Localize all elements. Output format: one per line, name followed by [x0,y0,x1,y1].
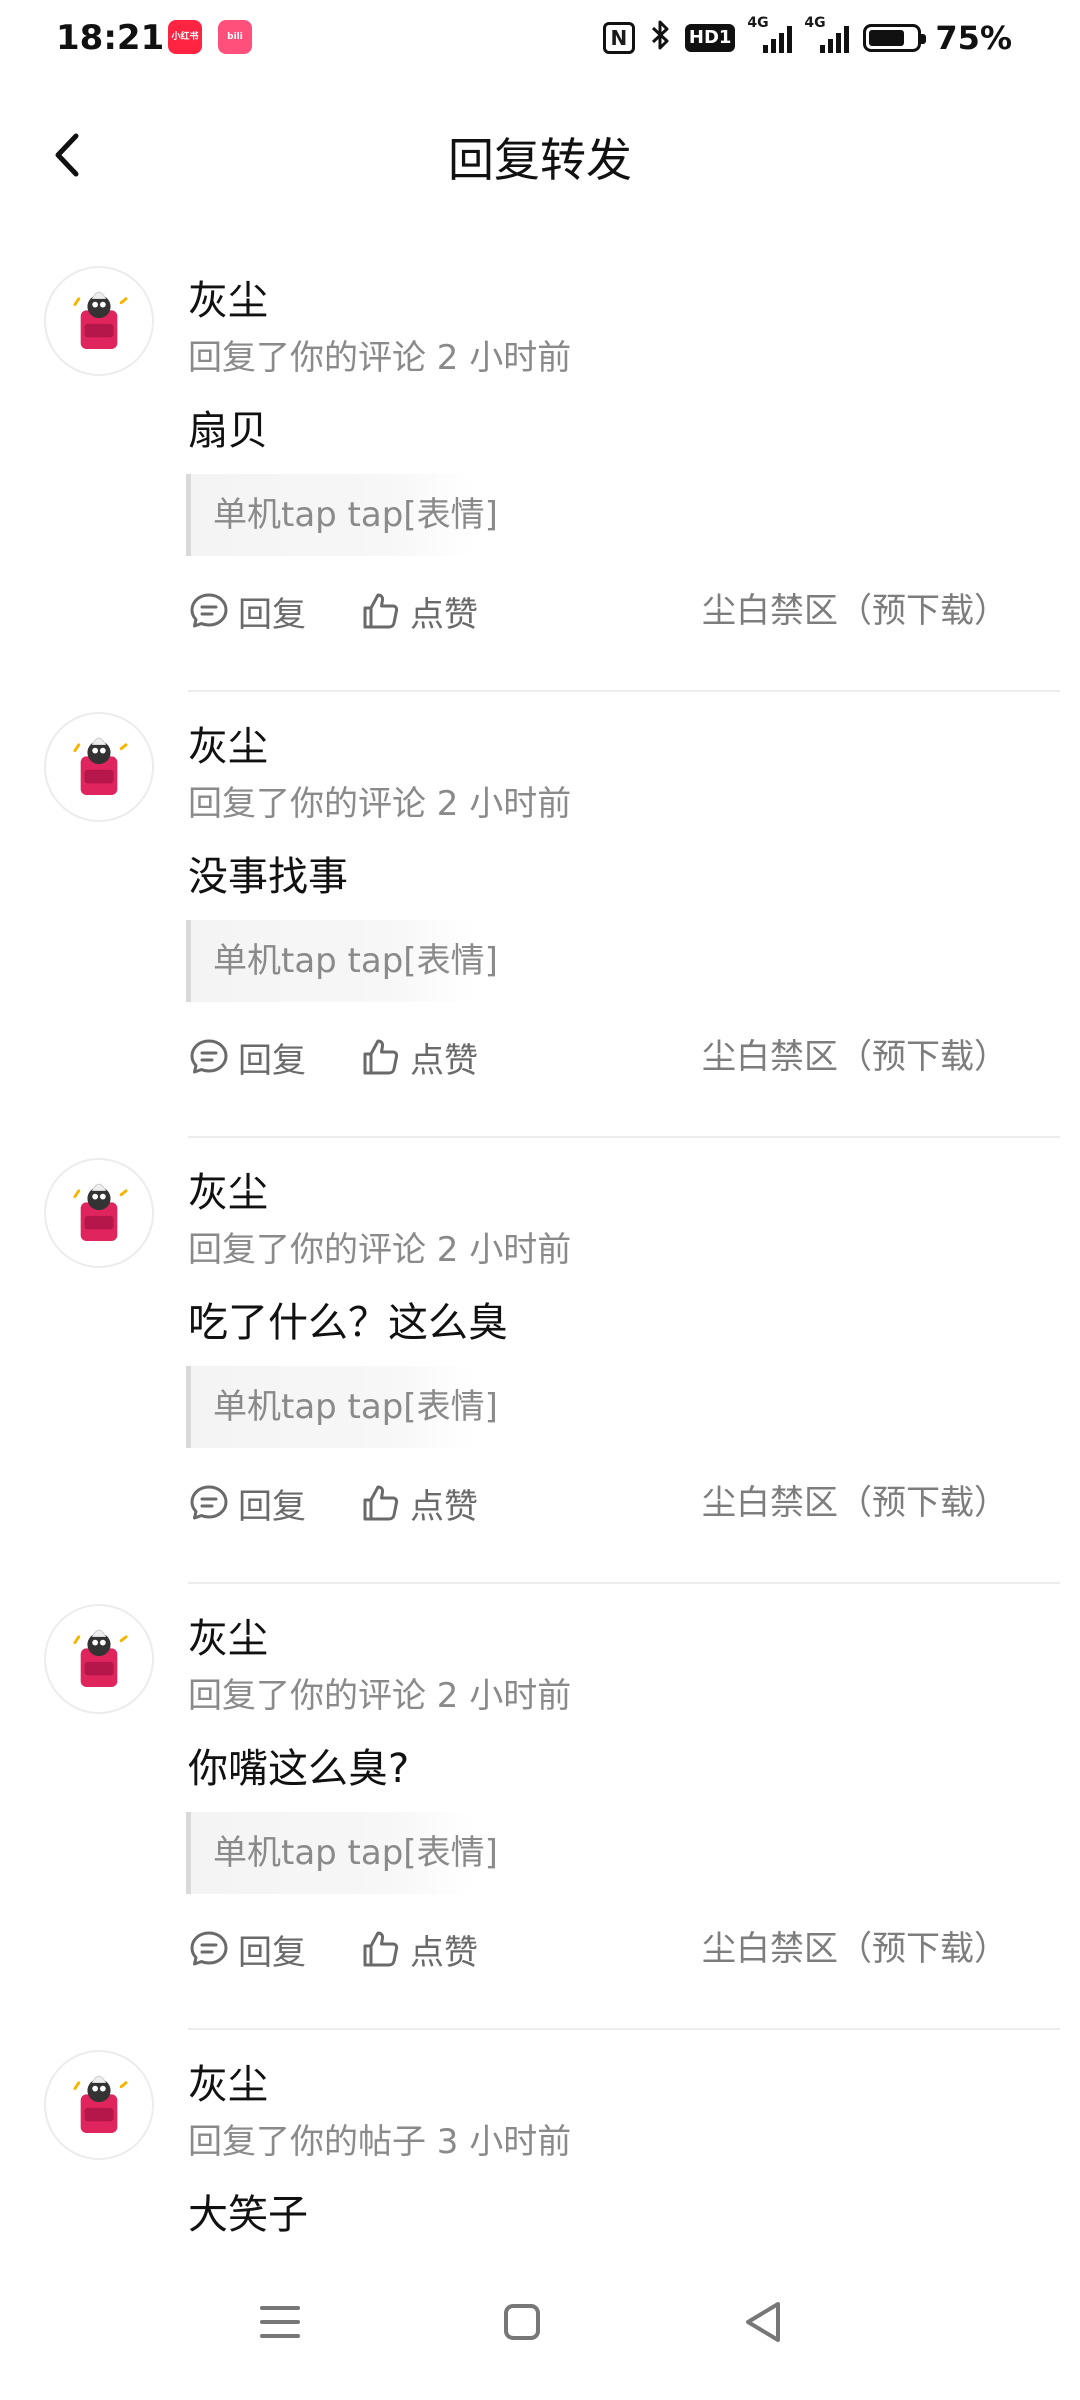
header: 回复转发 [0,100,1080,210]
nav-home-button[interactable] [482,2282,562,2362]
avatar[interactable] [44,1158,154,1268]
quoted-comment[interactable]: 单机tap tap[表情] [186,920,498,1002]
like-label: 点赞 [410,594,478,635]
status-icons: N HD1 4G 4G 75% [602,14,1012,62]
avatar[interactable] [44,2050,154,2160]
thumbs-up-icon [363,1485,399,1521]
username[interactable]: 灰尘 [188,2052,268,2110]
reply-meta: 回复了你的评论 2 小时前 [188,1676,572,1716]
status-time: 18:21 [56,18,165,58]
reply-item[interactable]: 灰尘回复了你的评论 2 小时前吃了什么？这么臭单机tap tap[表情] 回复 点赞… [0,1138,1080,1584]
network-type-1: 4G [747,15,769,31]
username[interactable]: 灰尘 [188,714,268,772]
nav-back-button[interactable] [724,2282,804,2362]
signal-icon-1: 4G [747,15,793,53]
reply-list: 灰尘 回复了你的评论 2 小时前 扇贝 单机tap tap[表情] 回复 点赞 尘白禁区（预… [0,246,1080,2400]
avatar[interactable] [44,1604,154,1714]
quoted-comment[interactable]: 单机tap tap[表情] [186,1812,498,1894]
reply-item[interactable]: 灰尘回复了你的评论 2 小时前你嘴这么臭? 单机tap tap[表情] 回复 点赞 尘白… [0,1584,1080,2030]
reply-button[interactable]: 回复 [188,1032,306,1082]
reply-meta: 回复了你的评论 2 小时前 [188,784,572,824]
battery-icon [863,24,927,52]
reply-content: 没事找事 [188,854,348,900]
like-button[interactable]: 点赞 [360,1478,478,1528]
reply-item[interactable]: 灰尘回复了你的评论 2 小时前扇贝单机tap tap[表情] 回复 点赞 尘白禁区（预… [0,246,1080,692]
action-row: 回复 点赞 尘白禁区（预下载） [188,1924,1008,1974]
bluetooth-icon [649,19,671,58]
reply-meta: 回复了你的帖子 3 小时前 [188,2122,572,2162]
network-type-2: 4G [804,15,826,31]
menu-icon [260,2306,300,2338]
nav-menu-button[interactable] [240,2282,320,2362]
quoted-comment[interactable]: 单机tap tap[表情] [186,474,498,556]
like-label: 点赞 [410,1486,478,1527]
nfc-icon: N [602,22,635,54]
source-forum-link[interactable]: 尘白禁区（预下载） [702,1032,1008,1082]
action-row: 回复 点赞 尘白禁区（预下载） [188,1032,1008,1082]
screen: 18:21 小红书 bili N HD1 4G 4G 75% 回复转发 灰尘 回… [0,0,1080,2400]
reply-content: 你嘴这么臭? [188,1746,410,1792]
reply-meta: 回复了你的评论 2 小时前 [188,338,572,378]
thumbs-up-icon [363,1931,399,1967]
reply-button[interactable]: 回复 [188,586,306,636]
action-row: 回复 点赞 尘白禁区（预下载） [188,586,1008,636]
reply-label: 回复 [238,594,306,635]
page-title: 回复转发 [448,133,632,187]
reply-content: 扇贝 [188,408,268,454]
reply-content: 吃了什么？这么臭 [188,1300,508,1346]
reply-label: 回复 [238,1932,306,1973]
system-nav-bar [0,2250,1080,2400]
like-button[interactable]: 点赞 [360,586,478,636]
hd-call-badge: HD1 [684,24,736,52]
comment-icon [190,1039,228,1074]
reply-meta: 回复了你的评论 2 小时前 [188,1230,572,1270]
like-button[interactable]: 点赞 [360,1924,478,1974]
status-bar: 18:21 小红书 bili N HD1 4G 4G 75% [0,0,1080,78]
username[interactable]: 灰尘 [188,268,268,326]
thumbs-up-icon [363,1039,399,1075]
bilibili-app-icon: bili [218,20,252,54]
comment-icon [190,1931,228,1966]
like-label: 点赞 [410,1040,478,1081]
source-forum-link[interactable]: 尘白禁区（预下载） [702,586,1008,636]
battery-percent: 75% [935,19,1012,57]
xiaohongshu-app-icon: 小红书 [168,20,202,54]
reply-content: 大笑子 [188,2192,308,2238]
username[interactable]: 灰尘 [188,1160,268,1218]
avatar[interactable] [44,266,154,376]
reply-button[interactable]: 回复 [188,1478,306,1528]
action-row: 回复 点赞 尘白禁区（预下载） [188,1478,1008,1528]
battery-fill [869,30,905,46]
like-button[interactable]: 点赞 [360,1032,478,1082]
comment-icon [190,1485,228,1520]
reply-label: 回复 [238,1486,306,1527]
signal-icon-2: 4G [804,15,850,53]
reply-button[interactable]: 回复 [188,1924,306,1974]
square-icon [504,2304,540,2340]
comment-icon [190,593,228,628]
thumbs-up-icon [363,593,399,629]
source-forum-link[interactable]: 尘白禁区（预下载） [702,1924,1008,1974]
username[interactable]: 灰尘 [188,1606,268,1664]
avatar[interactable] [44,712,154,822]
source-forum-link[interactable]: 尘白禁区（预下载） [702,1478,1008,1528]
reply-label: 回复 [238,1040,306,1081]
quoted-comment[interactable]: 单机tap tap[表情] [186,1366,498,1448]
like-label: 点赞 [410,1932,478,1973]
triangle-back-icon [746,2302,780,2342]
reply-item[interactable]: 灰尘回复了你的评论 2 小时前没事找事单机tap tap[表情] 回复 点赞 尘白禁区… [0,692,1080,1138]
